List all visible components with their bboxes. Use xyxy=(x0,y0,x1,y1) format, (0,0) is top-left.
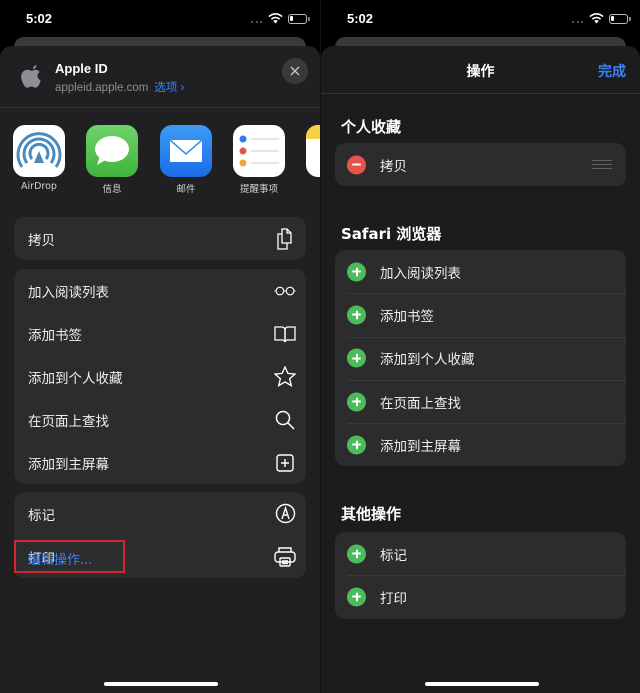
site-title: Apple ID xyxy=(55,61,108,76)
add-icon[interactable] xyxy=(347,587,366,607)
app-notes[interactable]: 备 xyxy=(297,125,320,195)
action-label: 加入阅读列表 xyxy=(28,284,109,301)
notes-icon xyxy=(306,125,320,177)
action-group-safari: 加入阅读列表 添加书签 添加到个人收藏 在页面上查找 添加到主屏幕 xyxy=(14,269,306,484)
item-label: 在页面上查找 xyxy=(380,395,461,412)
action-add-home-screen[interactable]: 添加到主屏幕 xyxy=(14,441,306,484)
signal-icon xyxy=(572,21,583,23)
item-label: 添加到主屏幕 xyxy=(380,438,461,455)
battery-icon xyxy=(609,14,631,24)
edit-sheet: 操作 完成 个人收藏 拷贝 Safari 浏览器 加入阅读列表 添加书签 添加到… xyxy=(321,46,640,693)
action-label: 标记 xyxy=(28,507,55,524)
status-bar: 5:02 xyxy=(0,0,320,38)
glasses-icon xyxy=(274,280,296,302)
printer-icon xyxy=(274,546,296,568)
add-square-icon xyxy=(274,452,296,474)
remove-icon[interactable] xyxy=(347,155,366,175)
action-add-favorites[interactable]: 添加到个人收藏 xyxy=(14,355,306,398)
nav-bar: 操作 完成 xyxy=(321,46,640,94)
site-url: appleid.apple.com xyxy=(55,82,149,94)
battery-icon xyxy=(288,14,310,24)
item-label: 添加到个人收藏 xyxy=(380,352,475,369)
section-title-safari: Safari 浏览器 xyxy=(341,225,442,243)
mail-icon xyxy=(160,125,212,177)
site-subtitle: appleid.apple.com 选项 › xyxy=(55,79,184,95)
app-label: 邮件 xyxy=(176,184,196,195)
safari-actions-list: 加入阅读列表 添加书签 添加到个人收藏 在页面上查找 添加到主屏幕 xyxy=(335,250,626,467)
add-icon[interactable] xyxy=(347,348,366,368)
action-add-bookmark[interactable]: 添加书签 xyxy=(14,312,306,355)
action-label: 添加书签 xyxy=(28,327,82,344)
status-time: 5:02 xyxy=(26,11,53,26)
star-icon xyxy=(274,366,296,388)
messages-icon xyxy=(86,125,138,177)
app-label: 信息 xyxy=(102,184,122,195)
item-label: 打印 xyxy=(380,590,407,607)
section-title-other: 其他操作 xyxy=(341,505,402,523)
add-icon[interactable] xyxy=(347,544,366,564)
app-airdrop[interactable]: AirDrop xyxy=(4,125,74,192)
list-item: 标记 xyxy=(335,532,626,575)
list-item: 打印 xyxy=(335,575,626,618)
done-button[interactable]: 完成 xyxy=(598,61,626,81)
action-add-reading-list[interactable]: 加入阅读列表 xyxy=(14,269,306,312)
status-bar: 5:02 xyxy=(321,0,640,38)
action-label: 添加到个人收藏 xyxy=(28,370,123,387)
action-find-on-page[interactable]: 在页面上查找 xyxy=(14,398,306,441)
app-label: 提醒事项 xyxy=(239,184,278,195)
add-icon[interactable] xyxy=(347,392,366,412)
app-messages[interactable]: 信息 xyxy=(77,125,147,195)
item-label: 标记 xyxy=(380,547,407,564)
action-markup[interactable]: 标记 xyxy=(14,492,306,535)
book-icon xyxy=(274,323,296,345)
nav-title: 操作 xyxy=(466,64,495,80)
list-item: 添加书签 xyxy=(335,293,626,336)
action-group-copy: 拷贝 xyxy=(14,217,306,260)
section-title-favorites: 个人收藏 xyxy=(341,118,402,136)
drag-handle-icon[interactable] xyxy=(592,159,612,170)
app-reminders[interactable]: 提醒事项 xyxy=(224,125,294,195)
add-icon[interactable] xyxy=(347,305,366,325)
edit-actions-highlight: 编辑操作... xyxy=(14,540,125,573)
copy-icon xyxy=(274,227,296,250)
markup-icon xyxy=(274,503,296,525)
share-sheet-screen: 5:02 Apple ID appleid.apple.com 选项 › × Ai… xyxy=(0,0,320,693)
home-indicator[interactable] xyxy=(104,682,218,686)
list-item: 添加到个人收藏 xyxy=(335,336,626,380)
reminders-icon xyxy=(233,125,285,177)
action-label: 添加到主屏幕 xyxy=(28,456,109,473)
action-copy[interactable]: 拷贝 xyxy=(14,217,306,260)
app-label: 备 xyxy=(297,181,320,195)
share-header: Apple ID appleid.apple.com 选项 › × xyxy=(0,46,320,108)
favorite-item-copy: 拷贝 xyxy=(335,143,626,186)
edit-actions-screen: 5:02 操作 完成 个人收藏 拷贝 Safari 浏览器 加入阅读列表 添加书… xyxy=(320,0,640,693)
status-time: 5:02 xyxy=(347,11,374,26)
list-item: 在页面上查找 xyxy=(335,379,626,423)
add-icon[interactable] xyxy=(347,262,366,282)
wifi-icon xyxy=(268,13,283,24)
search-icon xyxy=(274,409,296,431)
item-label: 加入阅读列表 xyxy=(380,265,461,282)
other-actions-list: 标记 打印 xyxy=(335,532,626,619)
signal-icon xyxy=(251,21,262,23)
app-mail[interactable]: 邮件 xyxy=(151,125,221,195)
options-link[interactable]: 选项 › xyxy=(154,82,184,94)
action-label: 拷贝 xyxy=(28,232,55,249)
action-label: 在页面上查找 xyxy=(28,413,109,430)
item-label: 添加书签 xyxy=(380,308,434,325)
app-share-row: AirDrop 信息 邮件 提醒事项 xyxy=(0,125,320,205)
favorites-list: 拷贝 xyxy=(335,143,626,187)
apple-logo-icon xyxy=(21,65,41,88)
close-button[interactable]: × xyxy=(282,58,308,84)
item-label: 拷贝 xyxy=(380,158,407,175)
home-indicator[interactable] xyxy=(425,682,539,686)
add-icon[interactable] xyxy=(347,435,366,455)
list-item: 添加到主屏幕 xyxy=(335,423,626,466)
app-label: AirDrop xyxy=(21,181,57,192)
list-item: 加入阅读列表 xyxy=(335,250,626,293)
edit-actions-link[interactable]: 编辑操作... xyxy=(28,549,92,568)
share-sheet: Apple ID appleid.apple.com 选项 › × AirDrop… xyxy=(0,46,320,693)
wifi-icon xyxy=(589,13,604,24)
airdrop-icon xyxy=(13,125,65,177)
